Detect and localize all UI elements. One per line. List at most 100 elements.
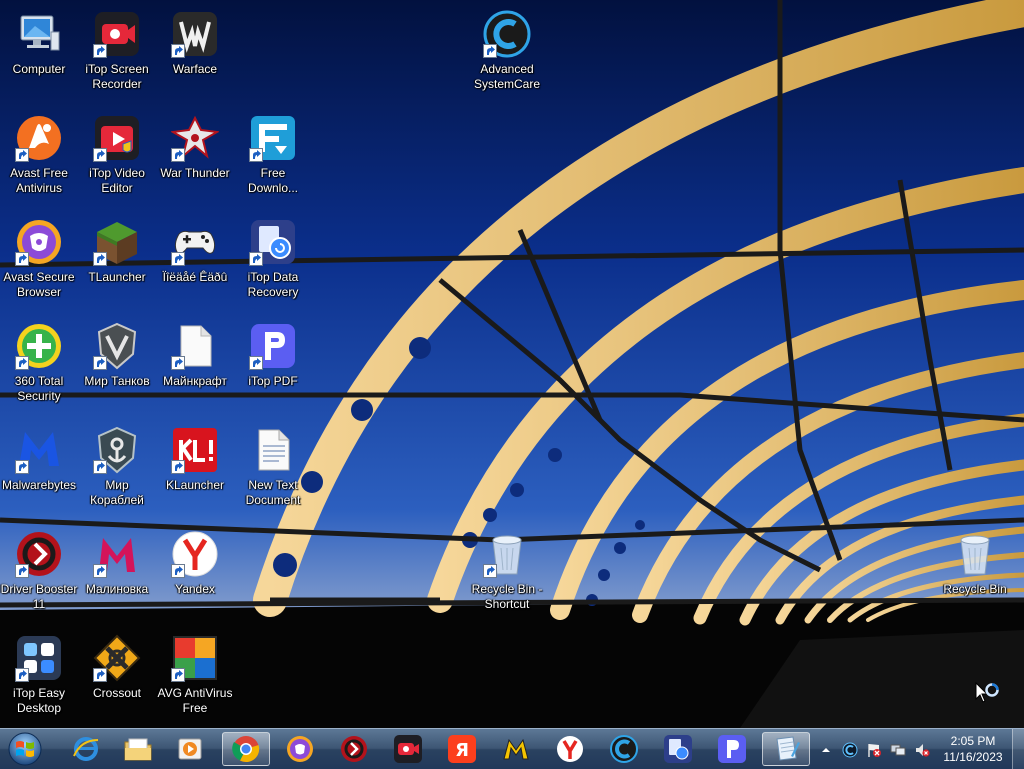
taskbar-button-file-explorer[interactable] xyxy=(114,732,162,766)
shortcut-arrow-icon xyxy=(171,356,185,370)
advanced-systemcare-tray-icon xyxy=(842,742,858,758)
taskbar-button-malinovka[interactable] xyxy=(492,732,540,766)
taskbar-button-itop-pdf[interactable] xyxy=(708,732,756,766)
desktop-icon-label: Мир Кораблей xyxy=(90,478,144,507)
desktop-icon-itop-screen-recorder[interactable]: iTop Screen Recorder xyxy=(78,4,156,100)
desktop-icon-label: iTop Screen Recorder xyxy=(85,62,149,91)
desktop-icon-malwarebytes[interactable]: Malwarebytes xyxy=(0,420,78,516)
desktop-icon-label: War Thunder xyxy=(160,166,230,180)
malinovka-icon xyxy=(503,738,529,760)
shortcut-arrow-icon xyxy=(93,668,107,682)
taskbar-button-advanced-systemcare[interactable] xyxy=(600,732,648,766)
shortcut-arrow-icon xyxy=(483,44,497,58)
taskbar-button-yandex-browser[interactable] xyxy=(546,732,594,766)
chevron-up-icon xyxy=(822,748,830,752)
internet-explorer-icon xyxy=(73,737,99,761)
driver-booster-icon xyxy=(341,736,367,762)
desktop-icon-label: Recycle Bin xyxy=(943,582,1007,596)
desktop-icon-new-text-document[interactable]: New Text Document xyxy=(234,420,312,516)
desktop-icon-computer[interactable]: Computer xyxy=(0,4,78,100)
shortcut-arrow-icon xyxy=(171,148,185,162)
desktop-icon-avast-secure-browser[interactable]: Avast Secure Browser xyxy=(0,212,78,308)
taskbar-clock[interactable]: 2:05 PM 11/16/2023 xyxy=(934,733,1012,765)
shortcut-arrow-icon xyxy=(249,356,263,370)
taskbar-button-notepad[interactable] xyxy=(762,732,810,766)
recycle-bin-icon xyxy=(960,535,990,575)
shortcut-arrow-icon xyxy=(249,148,263,162)
shortcut-arrow-icon xyxy=(171,252,185,266)
desktop-icon-label: 360 Total Security xyxy=(14,374,64,403)
desktop-icon-tlauncher[interactable]: TLauncher xyxy=(78,212,156,308)
desktop-icon-label: AVG AntiVirus Free xyxy=(157,686,233,715)
taskbar-button-chrome[interactable] xyxy=(222,732,270,766)
desktop-icon-label: Malwarebytes xyxy=(1,478,77,492)
desktop-icon-malinovka[interactable]: Малиновка xyxy=(78,524,156,620)
file-explorer-icon xyxy=(124,738,152,761)
desktop-icon-gamepad[interactable]: Ïîëäåé Êäðû xyxy=(156,212,234,308)
desktop-icon-mir-korabley[interactable]: Мир Кораблей xyxy=(78,420,156,516)
desktop-icon-itop-data-recovery[interactable]: iTop Data Recovery xyxy=(234,212,312,308)
shortcut-arrow-icon xyxy=(15,668,29,682)
chrome-icon xyxy=(232,736,260,763)
taskbar-button-itop-screen-recorder[interactable] xyxy=(384,732,432,766)
busy-cursor-icon xyxy=(975,682,999,703)
computer-icon xyxy=(20,15,60,51)
shortcut-arrow-icon xyxy=(15,460,29,474)
desktop-icon-maynkraft[interactable]: Майнкрафт xyxy=(156,316,234,412)
network-button[interactable] xyxy=(890,742,906,758)
desktop-icon-label: Майнкрафт xyxy=(163,374,227,388)
desktop-icon-360-total-security[interactable]: 360 Total Security xyxy=(0,316,78,412)
action-center-flag-icon xyxy=(868,744,881,757)
desktop-icon-recycle-bin[interactable]: Recycle Bin xyxy=(936,524,1014,620)
show-hidden-icons-button[interactable] xyxy=(818,742,834,758)
desktop-icon-driver-booster[interactable]: Driver Booster 11 xyxy=(0,524,78,620)
desktop-icon-klauncher[interactable]: KLauncher xyxy=(156,420,234,516)
shortcut-arrow-icon xyxy=(171,44,185,58)
taskbar-button-driver-booster[interactable] xyxy=(330,732,378,766)
taskbar-button-internet-explorer[interactable] xyxy=(62,732,110,766)
shortcut-arrow-icon xyxy=(93,148,107,162)
desktop-icon-avg-antivirus-free[interactable]: AVG AntiVirus Free xyxy=(156,628,234,724)
desktop-icon-warface[interactable]: Warface xyxy=(156,4,234,100)
shortcut-arrow-icon xyxy=(93,44,107,58)
desktop-icon-recycle-bin-shortcut[interactable]: Recycle Bin - Shortcut xyxy=(468,524,546,620)
volume-button[interactable] xyxy=(914,742,930,758)
taskbar-button-itop-data-recovery[interactable] xyxy=(654,732,702,766)
desktop-icon-free-download-manager[interactable]: Free Downlo... xyxy=(234,108,312,204)
advanced-systemcare-tray-button[interactable] xyxy=(842,742,858,758)
taskbar-button-avast-secure-browser[interactable] xyxy=(276,732,324,766)
clock-time: 2:05 PM xyxy=(950,734,996,748)
start-button[interactable] xyxy=(3,731,47,767)
itop-data-recovery-icon xyxy=(664,735,692,763)
volume-muted-icon xyxy=(916,744,930,757)
desktop-icon-yandex[interactable]: Yandex xyxy=(156,524,234,620)
desktop-icon-war-thunder[interactable]: War Thunder xyxy=(156,108,234,204)
desktop-icon-itop-video-editor[interactable]: iTop Video Editor xyxy=(78,108,156,204)
show-desktop-button[interactable] xyxy=(1012,729,1024,769)
avast-secure-browser-icon xyxy=(287,736,313,762)
desktop-icon-mir-tankov[interactable]: Мир Танков xyxy=(78,316,156,412)
desktop-icon-label: Warface xyxy=(172,62,218,76)
desktop-icon-itop-easy-desktop[interactable]: iTop Easy Desktop xyxy=(0,628,78,724)
desktop-icon-label: Computer xyxy=(12,62,66,76)
desktop-icon-label: Free Downlo... xyxy=(247,166,299,195)
action-center-button[interactable] xyxy=(866,742,882,758)
desktop-icon-label: Crossout xyxy=(92,686,142,700)
taskbar-button-media-player[interactable] xyxy=(166,732,214,766)
shortcut-arrow-icon xyxy=(15,148,29,162)
desktop-icon-label: KLauncher xyxy=(165,478,225,492)
desktop-icon-avast-free-antivirus[interactable]: Avast Free Antivirus xyxy=(0,108,78,204)
media-player-icon xyxy=(178,738,202,760)
text-document-icon xyxy=(258,429,290,471)
notepad-icon xyxy=(776,736,800,761)
svg-text:Я: Я xyxy=(455,740,469,761)
desktop-icon-label: New Text Document xyxy=(245,478,301,507)
desktop-icon-crossout[interactable]: Crossout xyxy=(78,628,156,724)
desktop-icon-advanced-systemcare[interactable]: Advanced SystemCare xyxy=(468,4,546,100)
desktop-icon-label: Driver Booster 11 xyxy=(0,582,78,611)
desktop-icon-label: Recycle Bin - Shortcut xyxy=(471,582,543,611)
shortcut-arrow-icon xyxy=(171,460,185,474)
desktop-icon-itop-pdf[interactable]: iTop PDF xyxy=(234,316,312,412)
shortcut-arrow-icon xyxy=(15,564,29,578)
taskbar-button-yandex[interactable]: Я xyxy=(438,732,486,766)
